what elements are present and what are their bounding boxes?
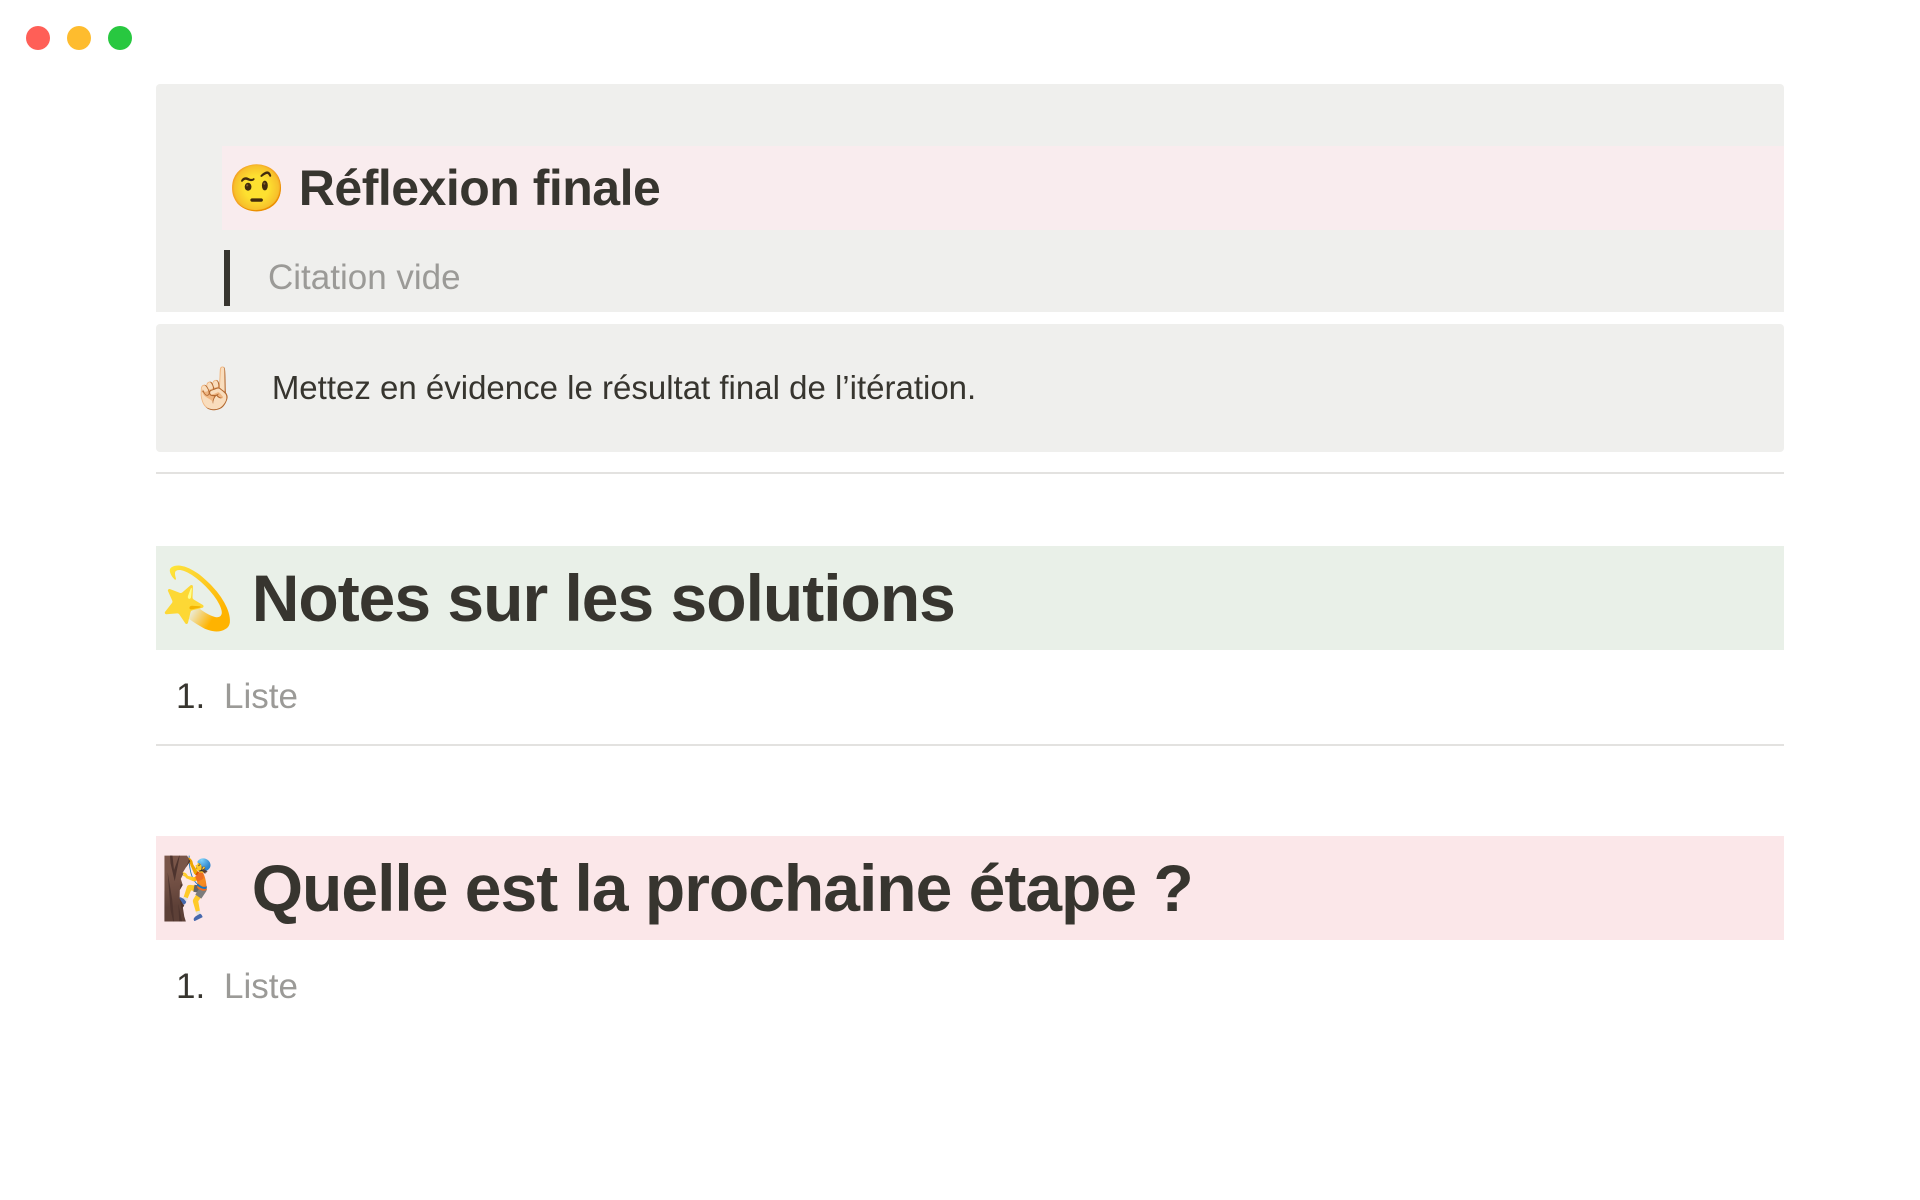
list-item[interactable]: 1. Liste bbox=[156, 940, 1784, 1034]
close-window-button[interactable] bbox=[26, 26, 50, 50]
heading-next-step[interactable]: 🧗 Quelle est la prochaine étape ? bbox=[156, 836, 1784, 940]
list-item[interactable]: 1. Liste bbox=[156, 650, 1784, 744]
list-placeholder: Liste bbox=[224, 967, 298, 1006]
minimize-window-button[interactable] bbox=[67, 26, 91, 50]
page-content: 🤨 Réflexion finale Citation vide ☝🏻 Mett… bbox=[156, 84, 1784, 1034]
quote-block[interactable]: Citation vide bbox=[224, 250, 461, 306]
reflection-heading[interactable]: 🤨 Réflexion finale bbox=[222, 146, 1784, 230]
list-number: 1. bbox=[176, 677, 206, 716]
callout-block[interactable]: ☝🏻 Mettez en évidence le résultat final … bbox=[156, 324, 1784, 452]
window-controls bbox=[26, 26, 132, 50]
heading-title: Quelle est la prochaine étape ? bbox=[251, 851, 1194, 925]
quote-placeholder: Citation vide bbox=[268, 258, 461, 297]
face-with-raised-eyebrow-icon: 🤨 bbox=[228, 160, 285, 215]
person-climbing-icon: 🧗 bbox=[160, 853, 235, 924]
list-placeholder: Liste bbox=[224, 677, 298, 716]
reflection-block: 🤨 Réflexion finale Citation vide bbox=[156, 84, 1784, 312]
divider bbox=[156, 744, 1784, 746]
list-number: 1. bbox=[176, 967, 206, 1006]
heading-title: Notes sur les solutions bbox=[251, 561, 956, 635]
callout-text: Mettez en évidence le résultat final de … bbox=[271, 369, 977, 406]
quote-bar bbox=[224, 250, 230, 306]
divider bbox=[156, 472, 1784, 474]
maximize-window-button[interactable] bbox=[108, 26, 132, 50]
dizzy-icon: 💫 bbox=[160, 563, 235, 634]
heading-solution-notes[interactable]: 💫 Notes sur les solutions bbox=[156, 546, 1784, 650]
reflection-title: Réflexion finale bbox=[298, 160, 661, 216]
index-pointing-up-icon[interactable]: ☝🏻 bbox=[190, 365, 240, 412]
